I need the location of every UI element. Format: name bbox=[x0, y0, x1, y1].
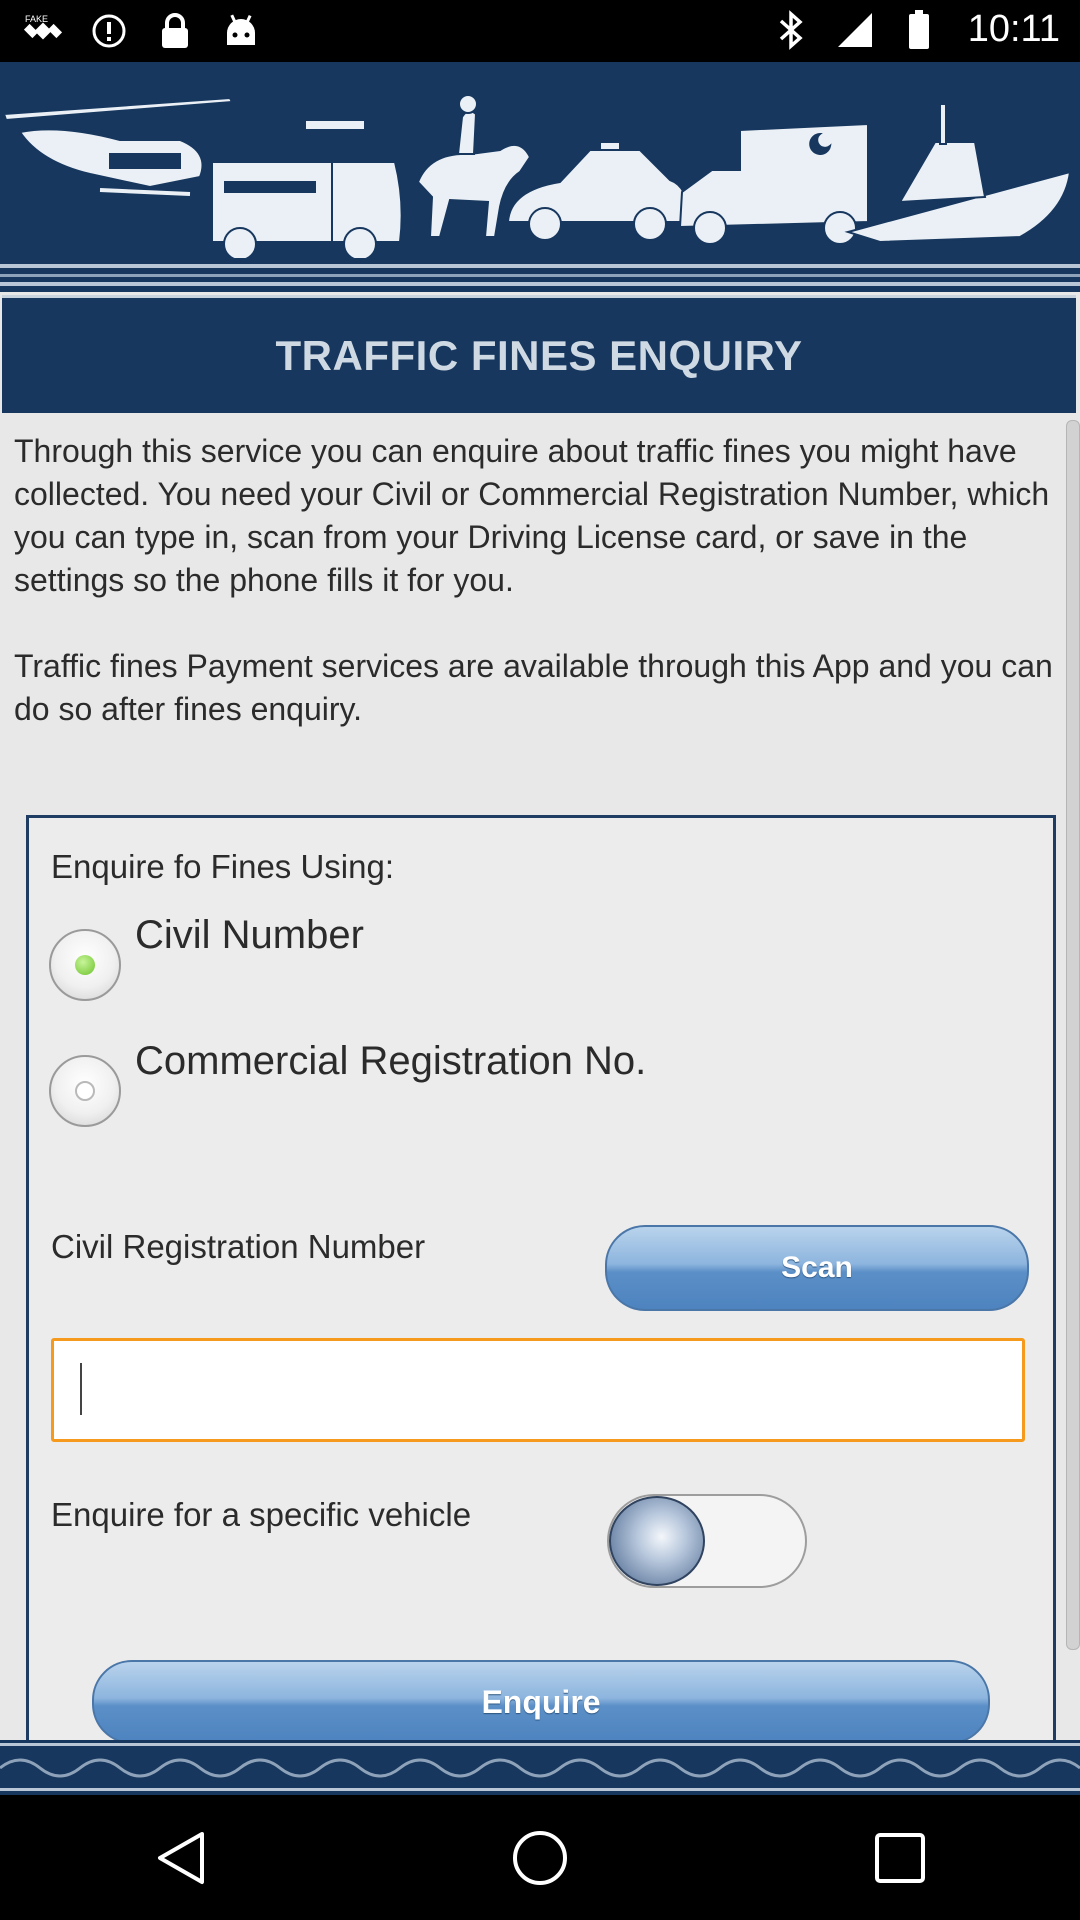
alert-icon bbox=[88, 10, 130, 52]
decorative-border bbox=[0, 258, 1080, 290]
specific-vehicle-label: Enquire for a specific vehicle bbox=[51, 1496, 472, 1533]
toggle-knob[interactable] bbox=[609, 1496, 705, 1586]
radio-label-commercial-registration: Commercial Registration No. bbox=[135, 1039, 647, 1083]
bottom-decorative-border bbox=[0, 1740, 1080, 1795]
recents-icon[interactable] bbox=[840, 1798, 960, 1918]
lock-icon bbox=[154, 10, 196, 52]
enquire-button[interactable]: Enquire bbox=[92, 1660, 990, 1744]
reg-number-label: Civil Registration Number bbox=[51, 1228, 426, 1265]
android-icon bbox=[220, 10, 262, 52]
radio-option-commercial-registration[interactable]: Commercial Registration No. bbox=[49, 1039, 646, 1127]
intro-paragraph-1: Through this service you can enquire abo… bbox=[14, 433, 1050, 598]
registration-number-input[interactable] bbox=[51, 1338, 1025, 1442]
svg-text:FAKE: FAKE bbox=[25, 14, 48, 24]
fire-truck-icon bbox=[211, 119, 403, 261]
scan-button[interactable]: Scan bbox=[605, 1225, 1029, 1311]
intro-text: Through this service you can enquire abo… bbox=[14, 430, 1054, 774]
boat-icon bbox=[844, 103, 1072, 244]
text-caret bbox=[80, 1363, 82, 1415]
scrollbar[interactable] bbox=[1066, 420, 1080, 1650]
clock: 10:11 bbox=[967, 8, 1060, 50]
title-bar: TRAFFIC FINES ENQUIRY bbox=[2, 295, 1076, 413]
specific-vehicle-toggle[interactable] bbox=[607, 1494, 807, 1588]
back-icon[interactable] bbox=[120, 1798, 240, 1918]
enquiry-form: Enquire fo Fines Using: Civil Number Com… bbox=[26, 815, 1056, 1831]
bluetooth-icon bbox=[770, 9, 812, 51]
home-icon[interactable] bbox=[480, 1798, 600, 1918]
radio-option-civil-number[interactable]: Civil Number bbox=[49, 913, 364, 1001]
navigation-bar bbox=[0, 1795, 1080, 1920]
radio-label-civil-number: Civil Number bbox=[135, 913, 364, 957]
status-bar: FAKE 10:11 bbox=[0, 0, 1080, 62]
police-car-icon bbox=[506, 141, 690, 241]
intro-paragraph-2: Traffic fines Payment services are avail… bbox=[14, 648, 1053, 727]
battery-icon bbox=[898, 9, 940, 51]
enquire-using-label: Enquire fo Fines Using: bbox=[51, 848, 395, 885]
fake-gps-icon: FAKE bbox=[22, 10, 64, 52]
radio-button-commercial-registration[interactable] bbox=[49, 1055, 121, 1127]
helicopter-icon bbox=[2, 96, 234, 196]
page-title: TRAFFIC FINES ENQUIRY bbox=[275, 331, 803, 379]
ambulance-icon bbox=[678, 122, 869, 245]
signal-icon bbox=[834, 9, 876, 51]
radio-button-civil-number[interactable] bbox=[49, 929, 121, 1001]
